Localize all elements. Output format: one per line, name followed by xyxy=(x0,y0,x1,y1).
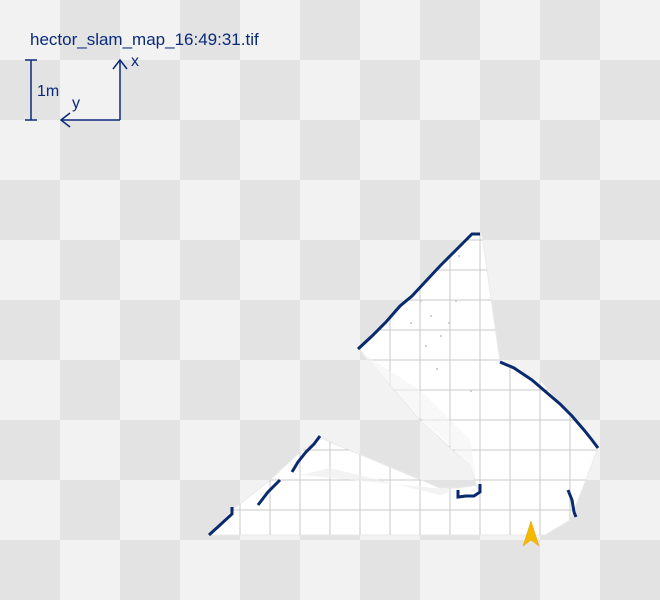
axis-x-label: x xyxy=(131,53,139,70)
coordinate-axes-icon xyxy=(59,58,128,128)
scale-bar xyxy=(25,59,37,121)
slam-map-canvas: 1m x y xyxy=(25,53,600,547)
scale-label: 1m xyxy=(37,83,59,100)
axis-y-label: y xyxy=(72,95,80,112)
